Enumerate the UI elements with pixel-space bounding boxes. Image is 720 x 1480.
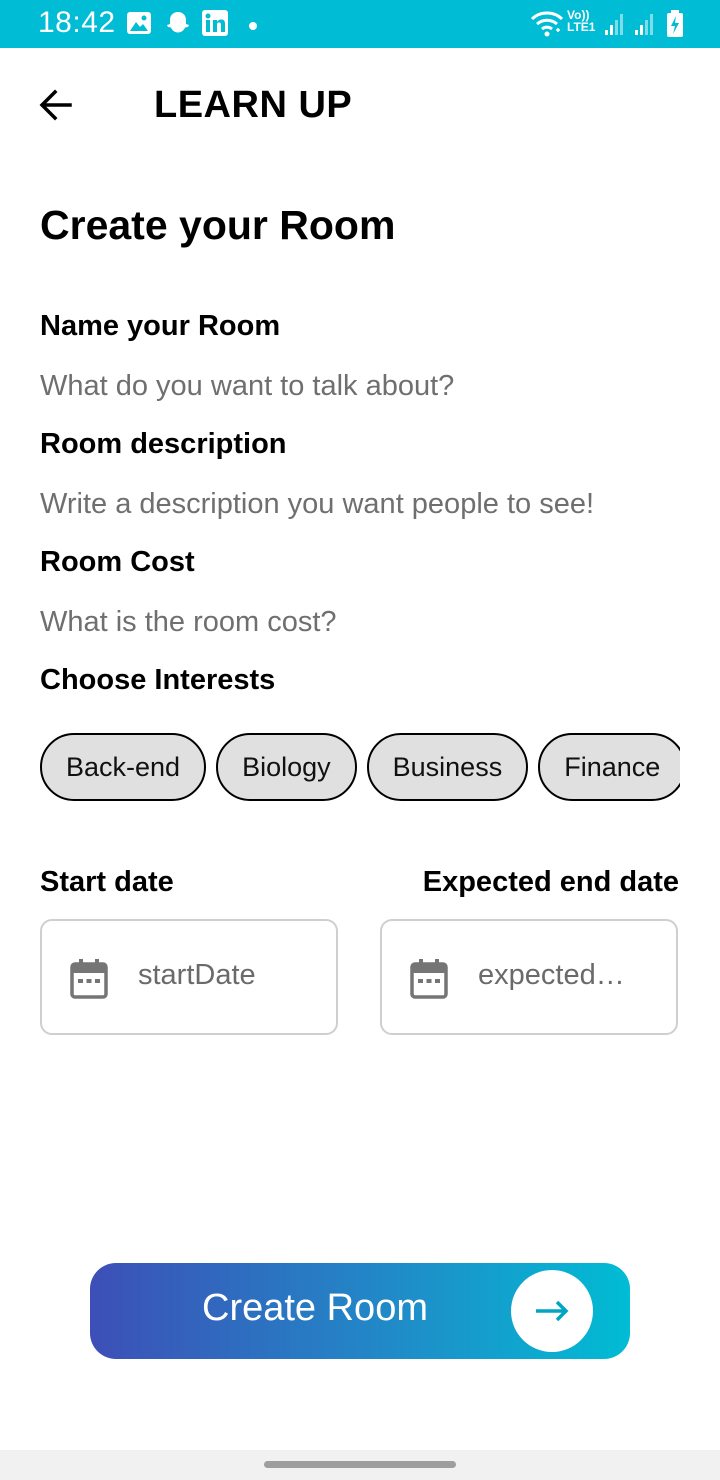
interests-label: Choose Interests: [40, 664, 276, 696]
interest-chip-business[interactable]: Business: [366, 733, 529, 801]
calendar-icon: [69, 958, 109, 1005]
start-date-picker[interactable]: startDate: [40, 919, 338, 1035]
room-name-input[interactable]: [40, 364, 680, 408]
arrow-left-icon: [39, 89, 72, 121]
interest-chips: Back-end Biology Business Finance: [40, 733, 680, 803]
room-description-label: Room description: [40, 428, 287, 460]
navigation-bar: [0, 1450, 720, 1480]
page-title: Create your Room: [40, 202, 396, 248]
dot-icon: [248, 18, 258, 36]
start-date-value: startDate: [138, 959, 256, 991]
room-name-label: Name your Room: [40, 310, 281, 342]
snapchat-icon: [164, 10, 192, 43]
room-cost-label: Room Cost: [40, 546, 195, 578]
interest-chip-biology[interactable]: Biology: [216, 733, 357, 801]
create-room-button[interactable]: Create Room: [90, 1263, 630, 1359]
create-room-label: Create Room: [202, 1287, 428, 1329]
signal-icon: [604, 12, 626, 41]
arrow-right-icon: [511, 1270, 593, 1352]
end-date-value: expected…: [478, 959, 625, 991]
calendar-icon: [409, 958, 449, 1005]
end-date-label: Expected end date: [422, 866, 679, 898]
wifi-icon: [530, 10, 564, 43]
end-date-picker[interactable]: expected…: [380, 919, 678, 1035]
gallery-icon: [126, 10, 152, 41]
volte-icon: Vo)) LTE1: [567, 9, 595, 33]
linkedin-icon: [202, 10, 228, 41]
lte-text: LTE1: [567, 20, 596, 34]
room-cost-input[interactable]: [40, 600, 680, 644]
app-title: LEARN UP: [154, 84, 353, 126]
home-gesture-handle[interactable]: [264, 1461, 456, 1468]
interest-chip-back-end[interactable]: Back-end: [40, 733, 207, 801]
battery-charging-icon: [666, 10, 684, 43]
signal-icon: [634, 12, 656, 41]
room-description-input[interactable]: [40, 482, 680, 526]
interest-chip-finance[interactable]: Finance: [538, 733, 680, 801]
status-bar: 18:42 Vo)) LTE1: [0, 0, 720, 48]
start-date-label: Start date: [40, 866, 174, 898]
status-time: 18:42: [38, 6, 116, 39]
back-button[interactable]: [30, 78, 84, 132]
